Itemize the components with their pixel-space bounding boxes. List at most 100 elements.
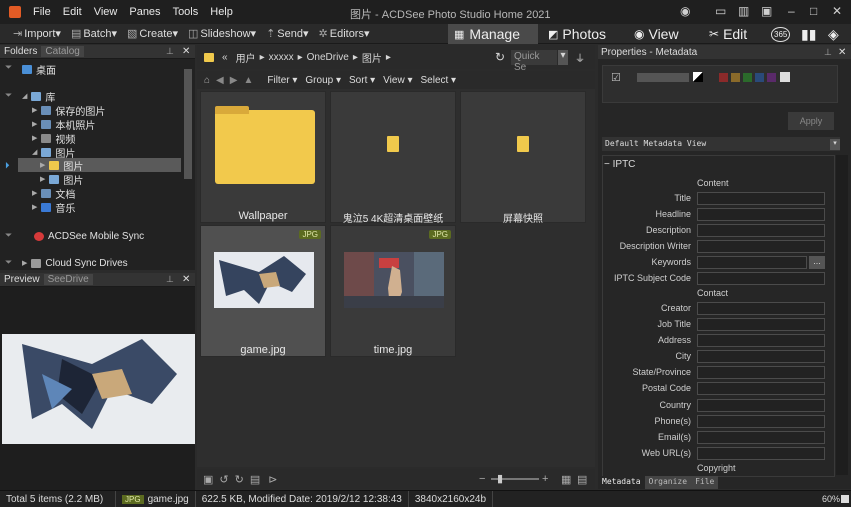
compare-icon[interactable]: ▤ <box>250 473 260 486</box>
keywords-browse-button[interactable]: ... <box>809 256 825 269</box>
online-button[interactable]: ◈ <box>822 24 845 44</box>
description-field[interactable] <box>697 224 825 237</box>
email-field[interactable] <box>697 431 825 444</box>
tree-pin-icon[interactable]: ⏷ <box>5 230 12 241</box>
tree-pin-icon[interactable]: ⏷ <box>5 62 12 73</box>
zoom-thumb-icon[interactable]: ▮ <box>497 472 503 485</box>
edit-mode-button[interactable]: ✂ Edit <box>703 24 753 44</box>
tab-organize[interactable]: Organize <box>644 476 692 489</box>
description-writer-field[interactable] <box>697 240 825 253</box>
menu-tools[interactable]: Tools <box>167 6 205 18</box>
file-item[interactable]: JPG time.jpg <box>330 225 456 357</box>
iptc-subject-code-field[interactable] <box>697 272 825 285</box>
creator-field[interactable] <box>697 302 825 315</box>
import-button[interactable]: ⇥ Import ▾ <box>8 27 66 41</box>
pin-icon[interactable]: ⊥ <box>166 46 174 57</box>
expand-icon[interactable]: ▶ <box>40 161 45 169</box>
rotate-right-icon[interactable]: ↻ <box>235 473 244 486</box>
tree-pin-icon[interactable]: ⏷ <box>5 257 12 268</box>
file-item[interactable]: Wallpaper <box>200 91 326 223</box>
pin-icon[interactable]: ⊥ <box>824 47 832 58</box>
label-color-swatch[interactable] <box>767 73 776 82</box>
phone-field[interactable] <box>697 415 825 428</box>
layout-icon[interactable]: ▭ <box>715 4 726 18</box>
collapse-icon[interactable]: ◢ <box>32 148 37 156</box>
filter-button[interactable]: Filter ▾ <box>267 75 297 86</box>
group-button[interactable]: Group ▾ <box>305 75 341 86</box>
minimize-icon[interactable]: – <box>788 4 795 18</box>
refresh-icon[interactable]: ↻ <box>495 50 505 64</box>
label-color-swatch[interactable] <box>755 73 764 82</box>
close-icon[interactable]: ✕ <box>832 4 842 18</box>
tree-scrollbar[interactable] <box>184 69 192 179</box>
clear-label-icon[interactable] <box>780 72 790 82</box>
tree-item-music[interactable]: ▶ 音乐 <box>32 200 75 215</box>
file-item[interactable]: 屏幕快照 <box>460 91 586 225</box>
quick-search-input[interactable]: Quick Se <box>511 49 557 73</box>
layout-full-icon[interactable]: ▣ <box>761 4 772 18</box>
save-icon[interactable]: ▣ <box>203 473 213 486</box>
tree-item-desktop[interactable]: 桌面 <box>22 62 56 77</box>
view-select-dropdown-icon[interactable]: ▾ <box>830 139 840 150</box>
label-color-swatch[interactable] <box>731 73 740 82</box>
breadcrumb-onedrive[interactable]: OneDrive <box>307 52 349 63</box>
headline-field[interactable] <box>697 208 825 221</box>
tree-pin-active-icon[interactable]: ⏵ <box>5 160 10 171</box>
filter-funnel-icon[interactable]: ⏚ <box>575 50 585 65</box>
tree-item-mobile-sync[interactable]: ACDSee Mobile Sync <box>34 229 144 243</box>
search-dropdown-icon[interactable]: ▾ <box>558 49 568 65</box>
properties-scrollbar[interactable] <box>836 155 848 475</box>
manage-mode-button[interactable]: ▦ Manage <box>448 24 538 44</box>
tree-item-documents[interactable]: ▶ 文档 <box>32 186 75 201</box>
tree-item-saved-pictures[interactable]: ▶ 保存的图片 <box>32 103 105 118</box>
breadcrumb-users[interactable]: 用户 <box>236 50 256 65</box>
tab-file[interactable]: File <box>691 476 719 489</box>
details-view-icon[interactable]: ▤ <box>577 473 587 486</box>
tab-folders[interactable]: Folders <box>0 46 41 57</box>
tab-catalog[interactable]: Catalog <box>41 46 84 57</box>
tag-checkbox[interactable]: ☑ <box>611 71 621 84</box>
rotate-left-icon[interactable]: ↺ <box>219 473 228 486</box>
zoom-in-icon[interactable]: + <box>542 473 548 485</box>
thumbnail-view-icon[interactable]: ▦ <box>561 473 571 486</box>
address-field[interactable] <box>697 334 825 347</box>
zoom-out-icon[interactable]: − <box>479 473 485 485</box>
slideshow-button[interactable]: ◫ Slideshow ▾ <box>183 27 261 41</box>
play-icon[interactable]: ⊳ <box>268 473 277 486</box>
breadcrumb-back[interactable]: « <box>222 52 228 63</box>
tab-preview[interactable]: Preview <box>0 274 44 285</box>
menu-panes[interactable]: Panes <box>123 6 166 18</box>
title-field[interactable] <box>697 192 825 205</box>
back-icon[interactable]: ◀ <box>216 75 224 86</box>
label-color-swatch[interactable] <box>719 73 728 82</box>
file-item[interactable]: 鬼泣5 4K超清桌面壁纸 <box>330 91 456 225</box>
breadcrumb-pictures[interactable]: 图片 <box>362 50 382 65</box>
menu-help[interactable]: Help <box>204 6 239 18</box>
view-mode-button[interactable]: ◉ View <box>628 24 685 44</box>
expand-icon[interactable]: ▶ <box>32 120 37 128</box>
state-field[interactable] <box>697 366 825 379</box>
send-button[interactable]: ⇡ Send ▾ <box>261 27 313 41</box>
maximize-icon[interactable]: □ <box>810 4 817 18</box>
clear-rating-icon[interactable] <box>693 72 703 82</box>
batch-button[interactable]: ▤ Batch ▾ <box>66 27 122 41</box>
expand-icon[interactable]: ▶ <box>32 134 37 142</box>
up-icon[interactable]: ▲ <box>243 75 253 86</box>
photos-mode-button[interactable]: ◩ Photos <box>542 24 612 44</box>
editors-button[interactable]: ✲ Editors ▾ <box>314 27 375 41</box>
file-item-selected[interactable]: JPG game.jpg <box>200 225 326 357</box>
expand-icon[interactable]: ◢ <box>22 92 27 100</box>
layout-split-icon[interactable]: ▥ <box>738 4 749 18</box>
menu-file[interactable]: File <box>27 6 57 18</box>
tree-item-cloud-sync[interactable]: ▶ Cloud Sync Drives <box>22 256 128 270</box>
expand-icon[interactable]: ▶ <box>32 189 37 197</box>
tree-item-pictures-onedrive[interactable]: ▶ 图片 <box>40 158 83 173</box>
tree-item-library[interactable]: ◢ 库 <box>22 89 55 104</box>
menu-edit[interactable]: Edit <box>57 6 88 18</box>
rating-stars[interactable] <box>637 73 689 82</box>
forward-icon[interactable]: ▶ <box>230 75 238 86</box>
tree-item-pictures-public[interactable]: ▶ 图片 <box>40 172 83 187</box>
close-panel-icon[interactable]: ✕ <box>182 46 190 57</box>
label-color-swatch[interactable] <box>743 73 752 82</box>
job-title-field[interactable] <box>697 318 825 331</box>
